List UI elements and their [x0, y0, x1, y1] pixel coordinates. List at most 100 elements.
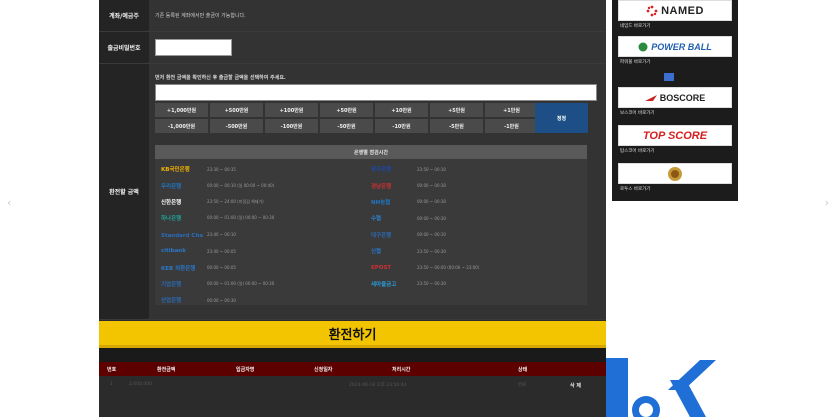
amount-minus-button[interactable]: -5만원 — [430, 119, 483, 133]
history-col-time: 처리시간 — [392, 366, 411, 373]
chevron-left-icon[interactable]: ‹ — [7, 196, 11, 209]
lotus-emblem-icon — [668, 166, 682, 181]
bank-logo: KEB 외환은행 — [161, 265, 196, 272]
bank-hours-time: 00:00 ~ 01:00 (일) 00:00 ~ 00:30 — [207, 215, 275, 221]
amount-minus-button[interactable]: -100만원 — [265, 119, 318, 133]
bank-hours-time: 00:00 ~ 00:10 (일 00:00 ~ 00:40) — [207, 182, 275, 188]
history-header: 번호 환전금액 입금자명 신청일자 처리시간 상태 — [99, 362, 606, 376]
account-label: 계좌/예금주 — [99, 0, 149, 31]
bank-hours-time: 23:40 ~ 00:10 — [207, 232, 236, 238]
boscore-logo-text: BOSCORE — [659, 92, 706, 103]
history-col-depositor: 입금자명 — [236, 366, 255, 373]
history-no: 1 — [110, 382, 113, 387]
page: ‹ › 계좌/예금주 기존 등록된 계좌에서만 출금이 가능합니다. 출금비밀번… — [0, 0, 835, 417]
amount-plus-button[interactable]: +50만원 — [320, 103, 373, 117]
sidebar-item-named[interactable]: NAMED 네임드 바로가기 — [618, 0, 732, 30]
bank-logo: 하나은행 — [161, 216, 182, 223]
password-body — [149, 32, 606, 63]
sidebar-item-powerball[interactable]: POWER BALL 파워볼 바로가기 — [618, 36, 732, 66]
bank-hours-item: KB국민은행 23:30 ~ 00:35 — [161, 161, 371, 177]
amount-plus-button[interactable]: +10만원 — [375, 103, 428, 117]
history-col-date: 신청일자 — [314, 366, 333, 373]
powerball-banner[interactable]: POWER BALL — [618, 36, 732, 57]
delete-button[interactable]: 삭 제 — [570, 382, 581, 389]
password-row: 출금비밀번호 — [99, 32, 606, 64]
bank-hours-time: 00:00 ~ 00:30 — [417, 183, 446, 189]
confirm-button[interactable]: 정정 — [535, 103, 588, 133]
sidebar-caption: 네임드 바로가기 — [620, 23, 651, 29]
amount-plus-button[interactable]: +500만원 — [210, 103, 263, 117]
bank-hours-time: 23:30 ~ 00:35 — [207, 166, 236, 172]
amount-plus-button[interactable]: +1,000만원 — [155, 103, 208, 117]
bank-hours-time: 23:50 ~ 00:30 — [417, 248, 446, 254]
blue-logo-fragment — [606, 358, 716, 417]
amount-button-area: +1,000만원 +500만원 +100만원 +50만원 +10만원 +5만원 … — [155, 103, 597, 137]
lotus-banner[interactable] — [618, 163, 732, 184]
amount-minus-button[interactable]: -10만원 — [375, 119, 428, 133]
bank-hours-item: 광주은행 23:50 ~ 00:10 — [371, 161, 581, 177]
history-amount: 2,000,000 — [129, 382, 152, 387]
bank-logo: KB국민은행 — [161, 167, 190, 174]
amount-minus-button[interactable]: -500만원 — [210, 119, 263, 133]
bank-logo: 기업은행 — [161, 281, 182, 288]
amount-button-grid: +1,000만원 +500만원 +100만원 +50만원 +10만원 +5만원 … — [155, 103, 597, 133]
sidebar-item-boscore[interactable]: BOSCORE 보스코어 바로가기 — [618, 87, 732, 117]
boscore-banner[interactable]: BOSCORE — [618, 87, 732, 108]
amount-minus-button[interactable]: -50만원 — [320, 119, 373, 133]
account-row: 계좌/예금주 기존 등록된 계좌에서만 출금이 가능합니다. — [99, 0, 606, 32]
bank-hours-item: 기업은행 00:00 ~ 01:00 (일) 00:00 ~ 00:30 — [161, 276, 371, 292]
sidebar-item-topscore[interactable]: TOP SCORE 탑스코어 바로가기 — [618, 125, 732, 155]
bank-hours-time: 23:50 ~ 00:10 — [417, 166, 446, 172]
bank-logo: Standard Chartered SC제일은행 — [161, 232, 203, 239]
topscore-banner[interactable]: TOP SCORE — [618, 125, 732, 146]
bank-logo: 광주은행 — [371, 167, 392, 174]
amount-plus-button[interactable]: +5만원 — [430, 103, 483, 117]
bank-logo: 대구은행 — [371, 232, 392, 239]
sidebar-item-lotus[interactable]: 로투스 바로가기 — [618, 163, 732, 193]
broken-image-icon[interactable] — [664, 73, 674, 81]
bank-hours-time: 23:50 ~ 00:00 (00:00 ~ 23:00) — [417, 265, 480, 271]
history-spacer — [99, 348, 606, 362]
named-dots-icon — [646, 5, 658, 16]
bank-logo: NH농협 — [371, 199, 391, 206]
password-label: 출금비밀번호 — [99, 32, 149, 63]
partner-sidebar: NAMED 네임드 바로가기 POWER BALL 파워볼 바로가기 BOSCO… — [612, 0, 738, 201]
ball-icon — [638, 42, 648, 51]
bank-hours-item: 신한은행 23:50 ~ 24:00 (미점검 해제가) — [161, 194, 371, 210]
powerball-logo-text: POWER BALL — [651, 41, 712, 52]
named-banner[interactable]: NAMED — [618, 0, 732, 21]
bank-hours-item: citibank 23:40 ~ 00:05 — [161, 243, 371, 259]
amount-plus-button[interactable]: +100만원 — [265, 103, 318, 117]
bank-logo: 경남은행 — [371, 183, 392, 190]
bank-logo: 산업은행 — [161, 298, 182, 305]
amount-input[interactable] — [155, 84, 597, 101]
amount-minus-button[interactable]: -1,000만원 — [155, 119, 208, 133]
chevron-right-icon[interactable]: › — [825, 196, 829, 209]
sidebar-caption: 탑스코어 바로가기 — [620, 148, 655, 154]
bank-hours-grid: KB국민은행 23:30 ~ 00:35 광주은행 23:50 ~ 00:10 우리은행… — [155, 159, 587, 311]
amount-minus-button[interactable]: -1만원 — [485, 119, 538, 133]
bank-hours-item: EPOST 23:50 ~ 00:00 (00:00 ~ 23:00) — [371, 259, 581, 275]
amount-hint: 먼저 환전 금액을 확인하신 후 출금할 금액을 선택하여 주세요. — [155, 75, 286, 81]
account-value: 기존 등록된 계좌에서만 출금이 가능합니다. — [149, 0, 606, 31]
history-time: 2024-06-18 오후 23:56:44 — [349, 383, 407, 388]
amount-plus-button[interactable]: +1만원 — [485, 103, 538, 117]
bank-hours-item: 산업은행 00:00 ~ 00:30 — [161, 292, 371, 308]
bank-hours-time: 00:00 ~ 00:05 — [207, 265, 236, 271]
bank-logo: 수협 — [371, 216, 382, 223]
password-input[interactable] — [155, 39, 232, 56]
bank-logo: 우리은행 — [161, 183, 182, 190]
history-status: 완료 — [518, 383, 527, 388]
bank-hours-item: 우리은행 00:00 ~ 00:10 (일 00:00 ~ 00:40) — [161, 177, 371, 193]
bank-logo: 새마을금고 — [371, 281, 397, 288]
withdraw-submit-button[interactable]: 환전하기 — [99, 321, 606, 348]
table-row: 1 2,000,000 2024-06-18 오후 23:56:44 완료 삭 … — [99, 377, 606, 395]
amount-label: 환전할 금액 — [99, 64, 149, 319]
bank-hours-time: 23:50 ~ 00:30 — [417, 281, 446, 287]
bank-hours-time: 00:00 ~ 00:30 — [417, 215, 446, 221]
bank-hours-time: 23:50 ~ 24:00 (미점검 해제가) — [207, 198, 264, 204]
bank-hours-item: 새마을금고 23:50 ~ 00:30 — [371, 276, 581, 292]
history-col-no: 번호 — [107, 366, 117, 373]
history-col-status: 상태 — [518, 366, 528, 373]
bank-hours-item: 수협 00:00 ~ 00:30 — [371, 210, 581, 226]
